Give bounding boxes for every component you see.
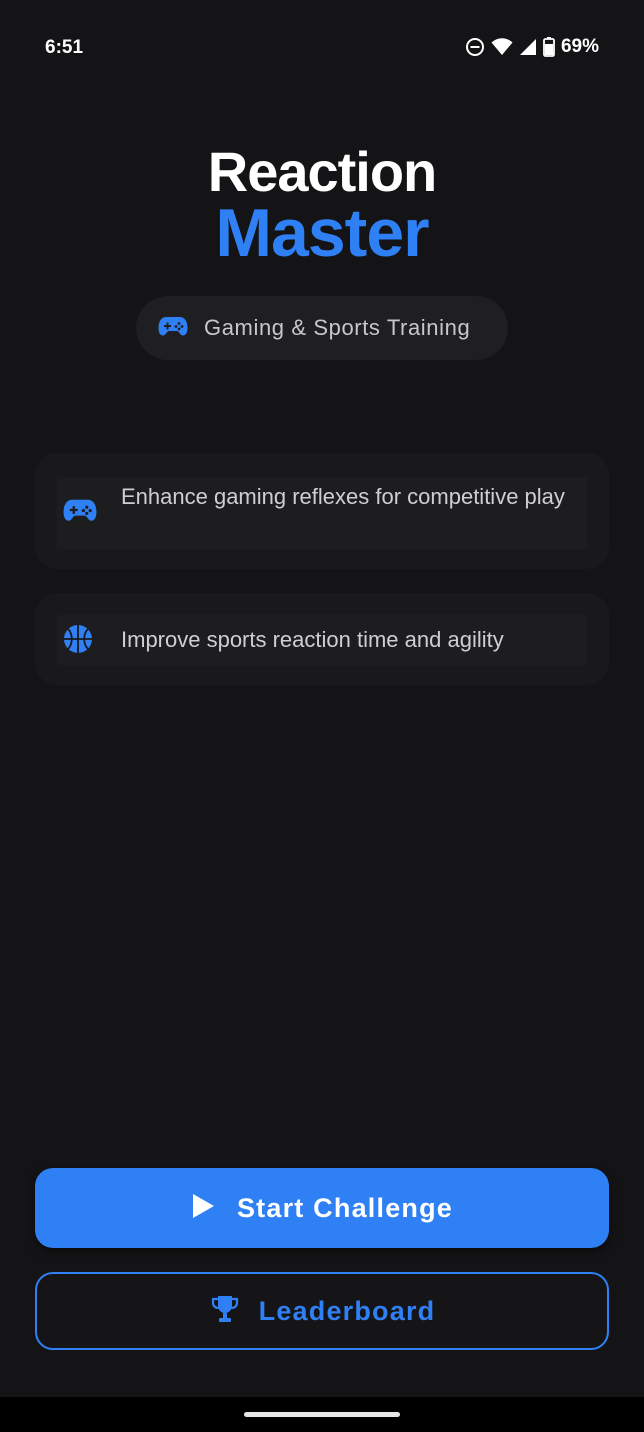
battery-icon	[543, 37, 555, 57]
feature-text: Improve sports reaction time and agility	[121, 627, 504, 652]
title-line-2: Master	[215, 195, 429, 271]
status-time: 6:51	[45, 37, 84, 58]
category-tag: Gaming & Sports Training	[136, 296, 508, 360]
status-icons: 69%	[465, 36, 599, 58]
status-bar: 6:51 69%	[0, 0, 644, 96]
category-tag-label: Gaming & Sports Training	[204, 315, 471, 340]
start-challenge-label: Start Challenge	[236, 1192, 454, 1223]
battery-level: 69%	[560, 36, 599, 57]
feature-card-sports: Improve sports reaction time and agility	[35, 593, 609, 685]
trophy-icon	[209, 1293, 241, 1330]
feature-card-gaming: Enhance gaming reflexes for competitive …	[35, 453, 609, 569]
wifi-icon	[491, 38, 513, 56]
basketball-icon	[63, 624, 93, 659]
leaderboard-label: Leaderboard	[258, 1295, 436, 1326]
start-challenge-button[interactable]: Start Challenge	[35, 1168, 609, 1248]
app-title: Reaction Master	[0, 140, 644, 271]
leaderboard-button[interactable]: Leaderboard	[35, 1272, 609, 1350]
gamepad-icon	[158, 315, 188, 342]
home-indicator[interactable]	[244, 1412, 400, 1417]
signal-icon	[519, 38, 537, 56]
title-line-1: Reaction	[207, 140, 438, 203]
feature-text: Enhance gaming reflexes for competitive …	[121, 484, 565, 509]
do-not-disturb-icon	[465, 37, 485, 57]
gamepad-icon	[63, 497, 97, 528]
play-icon	[191, 1193, 215, 1224]
